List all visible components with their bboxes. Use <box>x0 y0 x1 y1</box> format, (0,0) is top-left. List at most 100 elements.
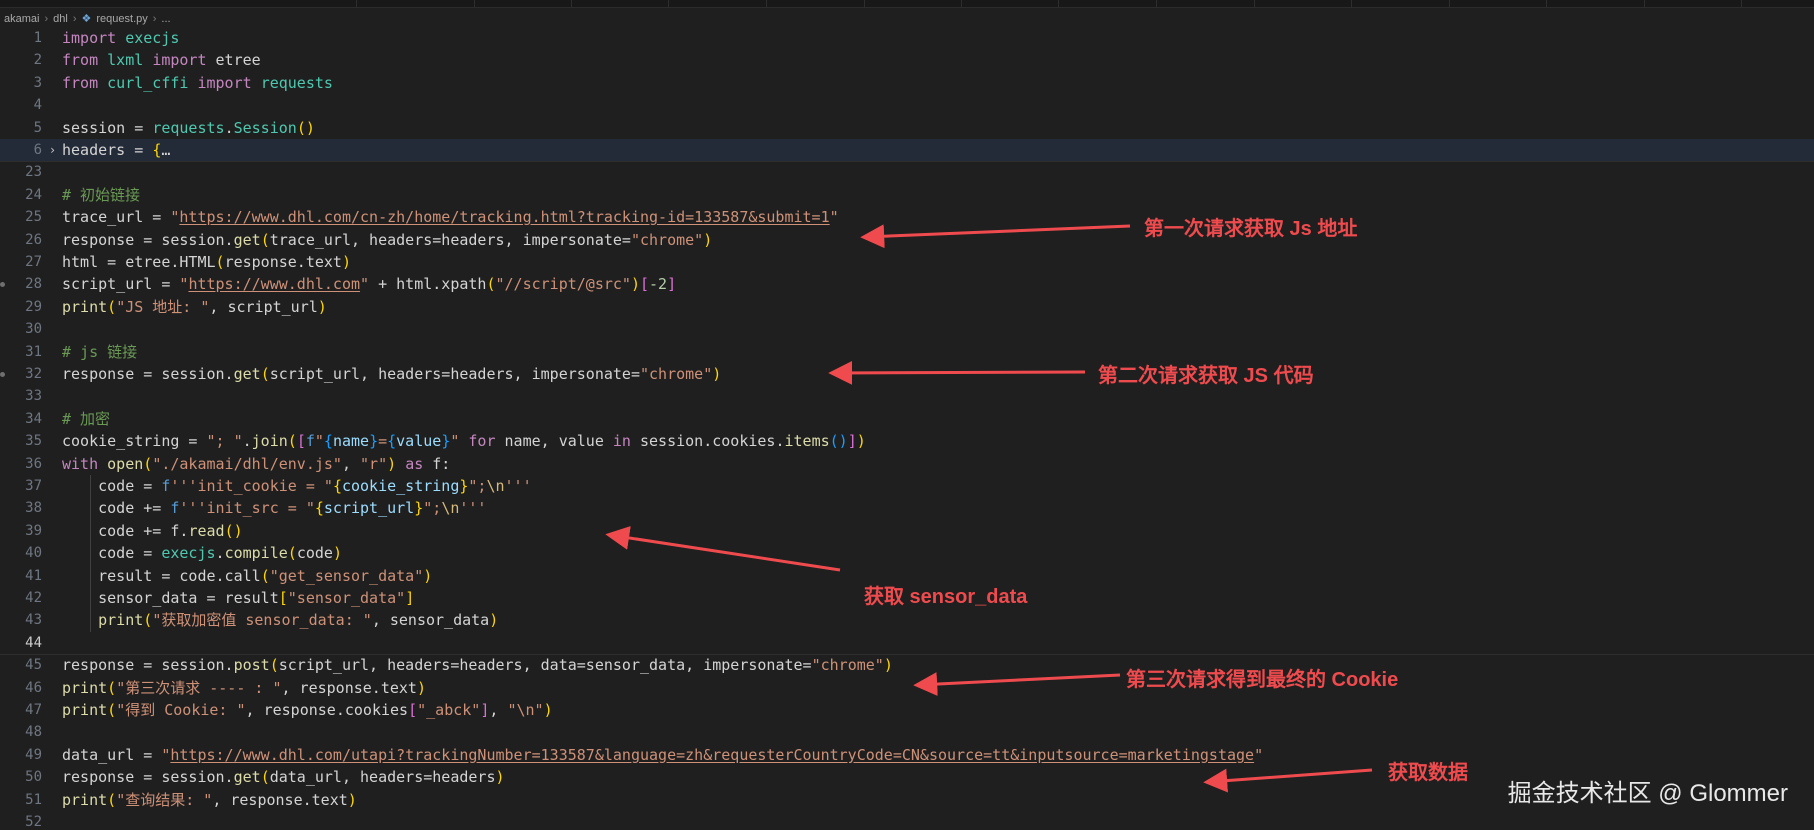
code-line[interactable]: 44 <box>0 632 1814 654</box>
code-line[interactable]: 2 from lxml import etree <box>0 49 1814 71</box>
code-token: { <box>332 477 342 495</box>
code-token: headers = <box>62 141 153 159</box>
code-line[interactable]: 26 response = session.get(trace_url, head… <box>0 229 1814 251</box>
code-token: "chrome" <box>811 656 884 675</box>
code-line[interactable]: 4 <box>0 94 1814 116</box>
code-text: headers = {… <box>62 139 170 161</box>
code-line[interactable]: 32 response = session.get(script_url, hea… <box>0 363 1814 385</box>
code-line[interactable]: 31 # js 链接 <box>0 341 1814 363</box>
code-line[interactable]: 25 trace_url = "https://www.dhl.com/cn-zh… <box>0 206 1814 228</box>
code-line[interactable]: 43 print("获取加密值 sensor_data: ", sensor_d… <box>0 609 1814 631</box>
code-line[interactable]: 47 print("得到 Cookie: ", response.cookies[… <box>0 699 1814 721</box>
code-token: ) <box>883 656 893 675</box>
code-token: session = <box>62 118 153 137</box>
tab-separator <box>1644 0 1645 8</box>
code-token: curl_cffi <box>107 73 189 92</box>
code-token: " <box>314 432 324 451</box>
code-token: ) <box>543 701 553 719</box>
breadcrumb-folder-akamai[interactable]: akamai <box>4 13 39 25</box>
code-token: ) <box>317 297 327 316</box>
code-token: import <box>197 73 252 92</box>
code-line[interactable]: 46 print("第三次请求 ---- : ", response.text) <box>0 677 1814 699</box>
breadcrumb-file[interactable]: request.py <box>96 13 147 25</box>
code-token: # 初始链接 <box>62 185 141 204</box>
code-line[interactable]: 6 › headers = {… <box>0 139 1814 162</box>
code-token: ] <box>847 432 857 451</box>
code-token: https://www.dhl.com/cn-zh/home/tracking.… <box>179 208 830 227</box>
code-line[interactable]: 48 <box>0 721 1814 743</box>
code-token: ( <box>107 790 117 809</box>
code-line[interactable]: 36 with open("./akamai/dhl/env.js", "r") … <box>0 453 1814 475</box>
code-line[interactable]: 28 script_url = "https://www.dhl.com" + h… <box>0 273 1814 295</box>
code-token: html = etree.HTML <box>62 253 216 271</box>
code-token: . <box>215 544 225 563</box>
line-number: 51 <box>25 791 42 808</box>
code-line[interactable]: 24 # 初始链接 <box>0 184 1814 206</box>
fold-chevron-icon[interactable]: › <box>43 139 62 161</box>
code-text: response = session.post(script_url, head… <box>62 654 893 676</box>
code-text: cookie_string = "; ".join([f"{name}={val… <box>62 430 866 452</box>
code-token: "chrome" <box>630 230 704 249</box>
code-text: with open("./akamai/dhl/env.js", "r") as… <box>62 453 450 475</box>
code-line[interactable]: 49 data_url = "https://www.dhl.com/utapi?… <box>0 744 1814 766</box>
line-number: 48 <box>25 724 42 741</box>
code-token: ) <box>495 768 505 787</box>
code-token: get <box>233 768 261 787</box>
code-token: for <box>468 432 496 451</box>
code-area[interactable]: 1 import execjs 2 from lxml import etree 3 fr… <box>0 27 1814 830</box>
code-token: ) <box>347 790 357 809</box>
code-line[interactable]: 37 code = f'''init_cookie = "{cookie_str… <box>0 475 1814 497</box>
line-number: 42 <box>25 590 42 606</box>
code-line[interactable]: 29 print("JS 地址: ", script_url) <box>0 296 1814 318</box>
code-line[interactable]: 39 code += f.read() <box>0 520 1814 542</box>
code-token: , <box>341 454 361 473</box>
code-token: -2 <box>649 275 668 294</box>
code-token: } <box>441 432 451 451</box>
code-text: response = session.get(data_url, headers… <box>62 766 505 788</box>
code-token: "; <box>468 477 487 495</box>
code-token: # js 链接 <box>62 342 138 361</box>
code-line[interactable]: 30 <box>0 318 1814 340</box>
code-text: print("获取加密值 sensor_data: ", sensor_data… <box>62 609 498 631</box>
breadcrumb-more[interactable]: ... <box>161 13 170 25</box>
code-token: ) <box>416 678 426 697</box>
code-token: , response.text <box>212 790 348 809</box>
code-line[interactable]: 23 <box>0 161 1814 183</box>
code-line[interactable]: 35 cookie_string = "; ".join([f"{name}={v… <box>0 430 1814 452</box>
code-token: "得到 Cookie: " <box>116 701 246 719</box>
code-token: script_url = <box>62 275 180 294</box>
code-line[interactable]: 5 session = requests.Session() <box>0 117 1814 139</box>
code-line[interactable]: 34 # 加密 <box>0 408 1814 430</box>
code-line[interactable]: 38 code += f'''init_src = "{script_url}"… <box>0 497 1814 519</box>
tab-separator <box>961 0 962 8</box>
code-line[interactable]: 40 code = execjs.compile(code) <box>0 542 1814 564</box>
code-token: . <box>242 432 252 451</box>
line-number: 6 <box>33 142 42 158</box>
code-token: { <box>323 432 333 451</box>
tab-separator <box>571 0 572 8</box>
code-token: name <box>332 432 370 451</box>
code-line[interactable]: 3 from curl_cffi import requests <box>0 72 1814 94</box>
tab-separator <box>474 0 475 8</box>
code-token: () <box>296 118 315 137</box>
indent-guide <box>90 475 91 632</box>
code-text: import execjs <box>62 27 179 49</box>
code-text: data_url = "https://www.dhl.com/utapi?tr… <box>62 744 1263 766</box>
code-token: import <box>152 51 207 70</box>
line-number: 31 <box>25 343 42 360</box>
python-file-icon: ❖ <box>81 13 92 25</box>
breadcrumb-folder-dhl[interactable]: dhl <box>53 13 68 25</box>
code-line[interactable]: 27 html = etree.HTML(response.text) <box>0 251 1814 273</box>
code-token: script_url, headers=headers, impersonate… <box>269 365 640 383</box>
code-line[interactable]: 1 import execjs <box>0 27 1814 49</box>
code-line[interactable]: 52 <box>0 811 1814 830</box>
code-line[interactable]: 33 <box>0 385 1814 407</box>
code-token: "; " <box>206 432 243 451</box>
code-token: "JS 地址: " <box>116 297 210 316</box>
line-divider <box>0 161 1814 163</box>
code-line[interactable]: 45 response = session.post(script_url, he… <box>0 654 1814 676</box>
line-number: 1 <box>33 30 42 46</box>
code-token: ( <box>269 656 279 675</box>
